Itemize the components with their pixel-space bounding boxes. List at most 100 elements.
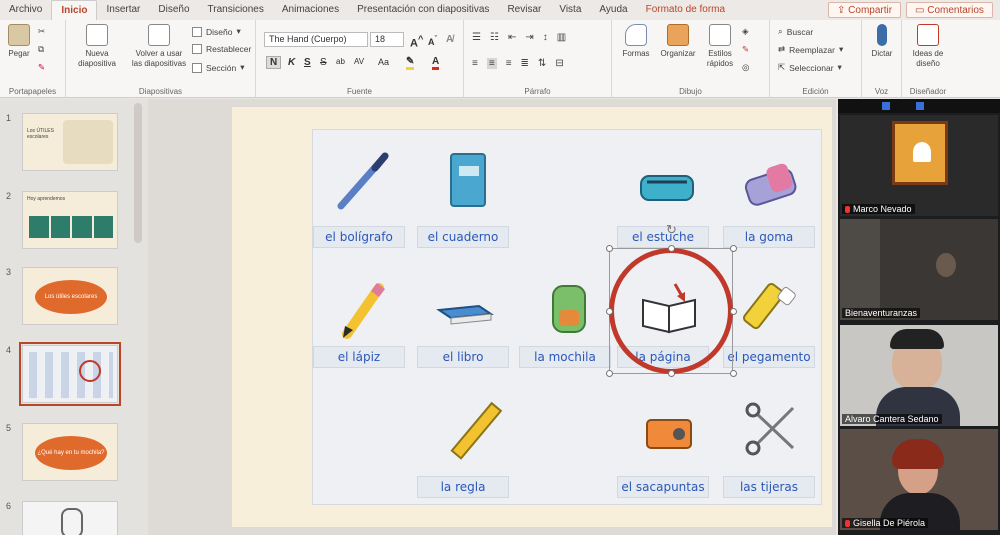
participant-tile[interactable]: Bienaventuranzas bbox=[840, 219, 998, 320]
text-direction-icon[interactable]: ⇅ bbox=[538, 58, 546, 69]
thumbnail-slide-2[interactable]: Hoy aprendemos bbox=[22, 191, 118, 249]
glue-stick-icon[interactable] bbox=[741, 278, 801, 338]
tab-formato-de-forma[interactable]: Formato de forma bbox=[637, 0, 734, 20]
thumbnail-slide-6[interactable] bbox=[22, 501, 118, 535]
align-right-icon[interactable]: ≡ bbox=[506, 58, 512, 69]
book-icon[interactable] bbox=[435, 280, 495, 340]
sharpener-icon[interactable] bbox=[639, 404, 699, 464]
shape-fill-button[interactable]: ◈ bbox=[742, 26, 749, 37]
scissors-icon[interactable] bbox=[741, 400, 801, 460]
shadow-button[interactable]: ab bbox=[336, 57, 345, 66]
tab-inicio[interactable]: Inicio bbox=[51, 0, 98, 20]
label-regla[interactable]: la regla bbox=[417, 476, 509, 498]
section-button[interactable]: Sección ▾ bbox=[192, 62, 245, 73]
numbering-icon[interactable]: ☷ bbox=[490, 32, 499, 43]
tab-animaciones[interactable]: Animaciones bbox=[273, 0, 348, 20]
change-case-button[interactable]: Aa bbox=[378, 57, 389, 67]
label-cuaderno[interactable]: el cuaderno bbox=[417, 226, 509, 248]
layout-icon[interactable] bbox=[916, 102, 924, 110]
tab-vista[interactable]: Vista bbox=[550, 0, 590, 20]
resize-handle[interactable] bbox=[730, 308, 737, 315]
shrink-font-button[interactable]: Aˇ bbox=[428, 34, 437, 47]
italic-button[interactable]: K bbox=[288, 57, 295, 68]
rotate-handle-icon[interactable]: ↻ bbox=[666, 222, 677, 238]
shape-effects-button[interactable]: ◎ bbox=[742, 62, 749, 73]
label-boligrafo[interactable]: el bolígrafo bbox=[313, 226, 405, 248]
eraser-icon[interactable] bbox=[741, 158, 801, 218]
grow-font-button[interactable]: A^ bbox=[410, 34, 423, 50]
indent-icon[interactable]: ⇤ bbox=[508, 32, 516, 43]
label-lapiz[interactable]: el lápiz bbox=[313, 346, 405, 368]
underline-button[interactable]: S bbox=[304, 57, 311, 68]
spacing-button[interactable]: AV bbox=[354, 57, 364, 66]
resize-handle[interactable] bbox=[668, 245, 675, 252]
tab-transiciones[interactable]: Transiciones bbox=[199, 0, 273, 20]
resize-handle[interactable] bbox=[730, 245, 737, 252]
participant-tile[interactable]: Alvaro Cantera Sedano bbox=[840, 325, 998, 426]
layout-button[interactable]: Diseño ▾ bbox=[192, 26, 241, 37]
replace-button[interactable]: ⇄ Reemplazar ▾ bbox=[778, 44, 843, 55]
font-size-select[interactable]: 18 bbox=[370, 32, 404, 47]
highlight-circle[interactable] bbox=[609, 248, 733, 374]
thumbnail-slide-3[interactable]: Los útiles escolares bbox=[22, 267, 118, 325]
quick-styles-button[interactable]: Estilos rápidos bbox=[700, 24, 740, 69]
reuse-slides-button[interactable]: Volver a usar las diapositivas bbox=[128, 24, 190, 69]
label-goma[interactable]: la goma bbox=[723, 226, 815, 248]
tab-revisar[interactable]: Revisar bbox=[498, 0, 550, 20]
resize-handle[interactable] bbox=[730, 370, 737, 377]
tab-archivo[interactable]: Archivo bbox=[0, 0, 51, 20]
label-mochila[interactable]: la mochila bbox=[519, 346, 611, 368]
highlight-icon[interactable]: ✎ bbox=[406, 56, 415, 70]
columns-icon[interactable]: ▥ bbox=[557, 32, 566, 43]
dictate-button[interactable]: Dictar bbox=[864, 24, 900, 59]
justify-icon[interactable]: ≣ bbox=[521, 58, 529, 69]
tab-insertar[interactable]: Insertar bbox=[97, 0, 149, 20]
reset-button[interactable]: Restablecer bbox=[192, 44, 251, 54]
label-sacapuntas[interactable]: el sacapuntas bbox=[617, 476, 709, 498]
clear-format-icon[interactable]: A̸ bbox=[446, 34, 453, 45]
copy-button[interactable]: ⧉ bbox=[38, 44, 44, 55]
format-painter-button[interactable]: ✎ bbox=[38, 62, 45, 73]
share-button[interactable]: ⇪ Compartir bbox=[828, 2, 902, 18]
layout-icon[interactable] bbox=[882, 102, 890, 110]
thumbnail-slide-1[interactable]: Los ÚTILES escolares bbox=[22, 113, 118, 171]
tab-presentacion[interactable]: Presentación con diapositivas bbox=[348, 0, 498, 20]
align-center-icon[interactable]: ≡ bbox=[486, 58, 497, 69]
ruler-icon[interactable] bbox=[447, 400, 507, 460]
resize-handle[interactable] bbox=[606, 245, 613, 252]
label-pegamento[interactable]: el pegamento bbox=[723, 346, 815, 368]
align-text-icon[interactable]: ⊟ bbox=[555, 58, 563, 69]
strike-button[interactable]: S bbox=[320, 57, 327, 68]
cut-button[interactable]: ✂ bbox=[38, 26, 45, 37]
shapes-button[interactable]: Formas bbox=[616, 24, 656, 59]
align-left-icon[interactable]: ≡ bbox=[472, 58, 478, 69]
label-libro[interactable]: el libro bbox=[417, 346, 509, 368]
participant-tile[interactable]: Gisella De Piérola bbox=[840, 429, 998, 530]
comments-button[interactable]: ▭ Comentarios bbox=[906, 2, 993, 18]
participant-tile[interactable]: Marco Nevado bbox=[840, 115, 998, 216]
outdent-icon[interactable]: ⇥ bbox=[525, 32, 533, 43]
shape-outline-button[interactable]: ✎ bbox=[742, 44, 749, 55]
pen-icon[interactable] bbox=[333, 150, 393, 210]
design-ideas-button[interactable]: Ideas de diseño bbox=[906, 24, 950, 69]
bullets-icon[interactable]: ☰ bbox=[472, 32, 481, 43]
label-tijeras[interactable]: las tijeras bbox=[723, 476, 815, 498]
select-button[interactable]: ⇱ Seleccionar ▾ bbox=[778, 62, 842, 73]
line-spacing-icon[interactable]: ↕ bbox=[543, 32, 548, 43]
thumbnails-scrollbar[interactable] bbox=[134, 103, 142, 243]
font-name-select[interactable]: The Hand (Cuerpo) bbox=[264, 32, 368, 47]
paste-button[interactable]: Pegar bbox=[2, 24, 36, 59]
resize-handle[interactable] bbox=[606, 308, 613, 315]
new-slide-button[interactable]: Nueva diapositiva bbox=[72, 24, 122, 69]
current-slide[interactable]: el bolígrafo el cuaderno el estuche la g… bbox=[232, 107, 832, 527]
tab-ayuda[interactable]: Ayuda bbox=[590, 0, 636, 20]
arrange-button[interactable]: Organizar bbox=[656, 24, 700, 59]
label-estuche[interactable]: el estuche bbox=[617, 226, 709, 248]
bold-button[interactable]: N bbox=[266, 56, 282, 69]
backpack-icon[interactable] bbox=[539, 276, 599, 336]
thumbnail-slide-5[interactable]: ¿Qué hay en tu mochila? bbox=[22, 423, 118, 481]
tab-diseno[interactable]: Diseño bbox=[149, 0, 198, 20]
resize-handle[interactable] bbox=[606, 370, 613, 377]
pencil-case-icon[interactable] bbox=[637, 158, 697, 218]
notebook-icon[interactable] bbox=[437, 150, 497, 210]
